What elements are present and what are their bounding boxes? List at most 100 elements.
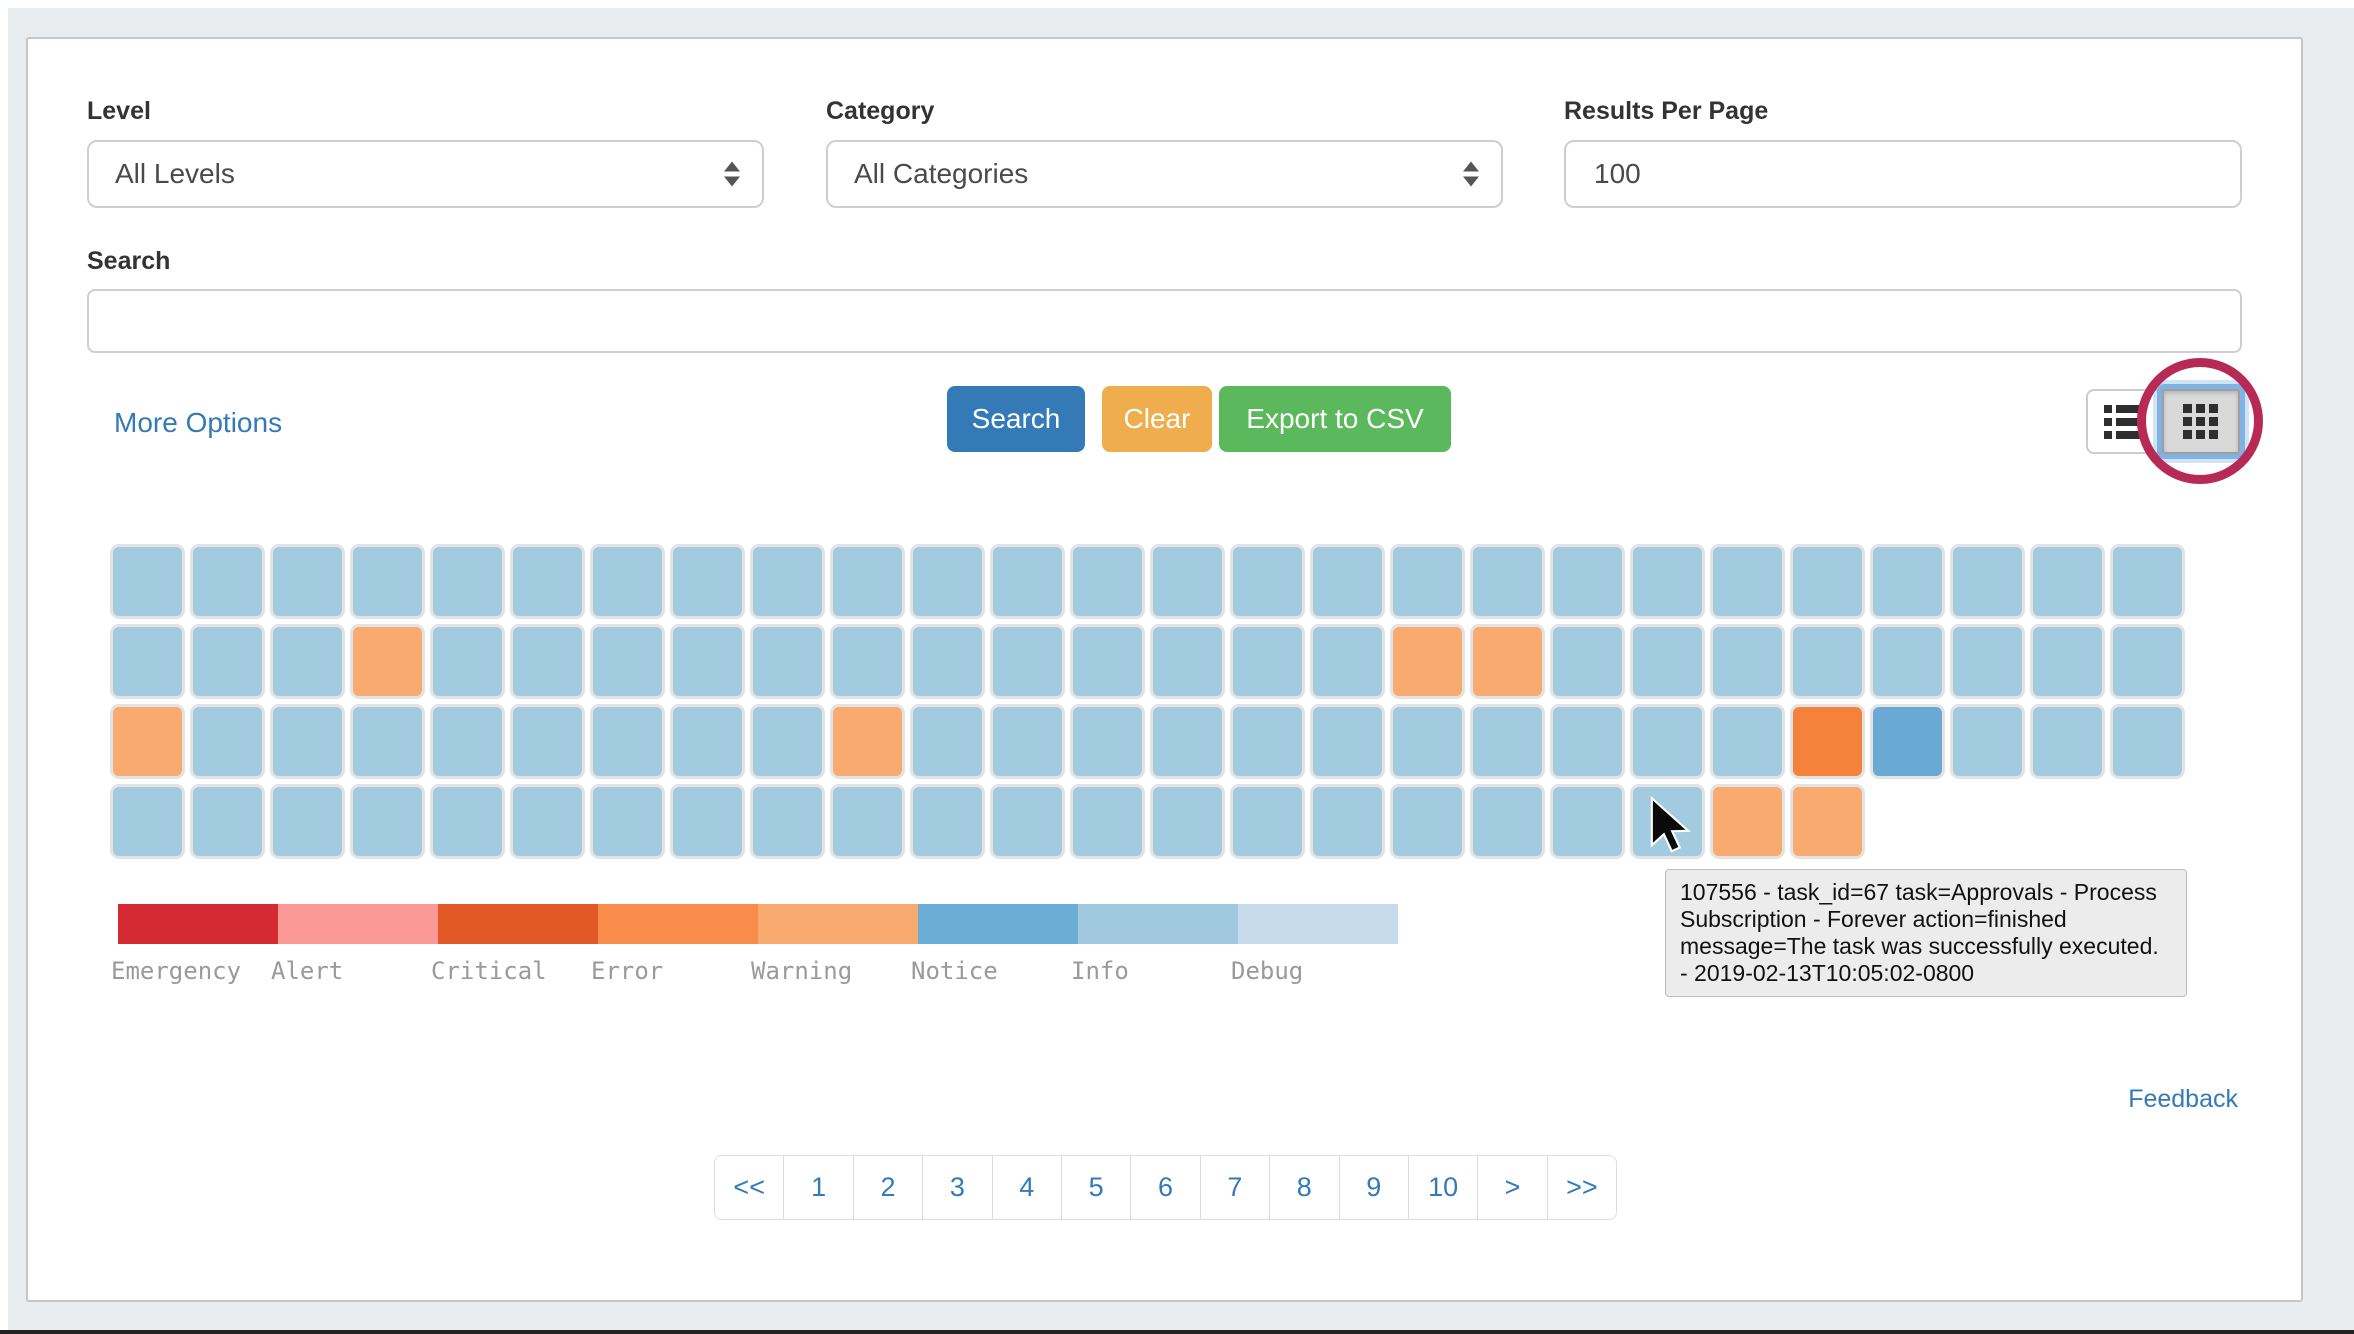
heatmap-cell-default[interactable] xyxy=(350,784,425,859)
heatmap-cell-warning[interactable] xyxy=(1390,624,1465,699)
heatmap-cell-default[interactable] xyxy=(750,704,825,779)
heatmap-cell-default[interactable] xyxy=(1070,624,1145,699)
heatmap-cell-default[interactable] xyxy=(430,624,505,699)
page-3-button[interactable]: 3 xyxy=(922,1156,991,1219)
heatmap-cell-default[interactable] xyxy=(1310,704,1385,779)
heatmap-cell-default[interactable] xyxy=(1470,704,1545,779)
heatmap-cell-default[interactable] xyxy=(590,704,665,779)
heatmap-cell-default[interactable] xyxy=(990,704,1065,779)
clear-button[interactable]: Clear xyxy=(1102,386,1212,452)
heatmap-cell-default[interactable] xyxy=(990,784,1065,859)
heatmap-cell-default[interactable] xyxy=(1870,624,1945,699)
level-select[interactable]: All Levels xyxy=(87,140,764,208)
heatmap-cell-default[interactable] xyxy=(190,624,265,699)
heatmap-cell-default[interactable] xyxy=(510,624,585,699)
page-8-button[interactable]: 8 xyxy=(1269,1156,1338,1219)
heatmap-cell-default[interactable] xyxy=(1710,624,1785,699)
heatmap-cell-default[interactable] xyxy=(1230,544,1305,619)
heatmap-cell-default[interactable] xyxy=(2030,704,2105,779)
heatmap-cell-default[interactable] xyxy=(430,704,505,779)
results-per-page-input[interactable] xyxy=(1564,140,2242,208)
heatmap-cell-default[interactable] xyxy=(270,704,345,779)
more-options-link[interactable]: More Options xyxy=(114,407,282,439)
heatmap-cell-default[interactable] xyxy=(1310,544,1385,619)
heatmap-cell-default[interactable] xyxy=(1550,624,1625,699)
heatmap-cell-default[interactable] xyxy=(590,784,665,859)
heatmap-cell-default[interactable] xyxy=(1150,784,1225,859)
heatmap-cell-default[interactable] xyxy=(1150,624,1225,699)
heatmap-cell-default[interactable] xyxy=(590,544,665,619)
heatmap-cell-default[interactable] xyxy=(1630,784,1705,859)
category-select[interactable]: All Categories xyxy=(826,140,1503,208)
heatmap-cell-default[interactable] xyxy=(910,624,985,699)
heatmap-cell-error[interactable] xyxy=(1790,704,1865,779)
heatmap-cell-default[interactable] xyxy=(1310,624,1385,699)
heatmap-cell-default[interactable] xyxy=(1390,784,1465,859)
heatmap-cell-default[interactable] xyxy=(670,624,745,699)
heatmap-cell-default[interactable] xyxy=(750,544,825,619)
heatmap-cell-warning[interactable] xyxy=(830,704,905,779)
search-button[interactable]: Search xyxy=(947,386,1085,452)
heatmap-cell-default[interactable] xyxy=(1950,624,2025,699)
heatmap-cell-default[interactable] xyxy=(2030,544,2105,619)
heatmap-cell-default[interactable] xyxy=(1630,624,1705,699)
heatmap-cell-default[interactable] xyxy=(1550,544,1625,619)
page-7-button[interactable]: 7 xyxy=(1200,1156,1269,1219)
heatmap-cell-warning[interactable] xyxy=(1470,624,1545,699)
heatmap-cell-default[interactable] xyxy=(1390,544,1465,619)
heatmap-cell-default[interactable] xyxy=(1710,544,1785,619)
page-9-button[interactable]: 9 xyxy=(1339,1156,1408,1219)
heatmap-cell-default[interactable] xyxy=(270,624,345,699)
heatmap-cell-default[interactable] xyxy=(350,544,425,619)
heatmap-cell-warning[interactable] xyxy=(350,624,425,699)
heatmap-cell-default[interactable] xyxy=(1950,544,2025,619)
heatmap-cell-default[interactable] xyxy=(1230,704,1305,779)
heatmap-cell-default[interactable] xyxy=(670,544,745,619)
heatmap-cell-default[interactable] xyxy=(670,704,745,779)
page-4-button[interactable]: 4 xyxy=(992,1156,1061,1219)
heatmap-cell-default[interactable] xyxy=(1470,784,1545,859)
heatmap-cell-default[interactable] xyxy=(1710,704,1785,779)
heatmap-cell-default[interactable] xyxy=(110,784,185,859)
heatmap-cell-default[interactable] xyxy=(990,544,1065,619)
heatmap-cell-default[interactable] xyxy=(670,784,745,859)
heatmap-cell-default[interactable] xyxy=(510,704,585,779)
heatmap-cell-default[interactable] xyxy=(350,704,425,779)
page-6-button[interactable]: 6 xyxy=(1130,1156,1199,1219)
heatmap-cell-default[interactable] xyxy=(1870,544,1945,619)
heatmap-cell-default[interactable] xyxy=(750,624,825,699)
heatmap-cell-default[interactable] xyxy=(110,624,185,699)
heatmap-cell-default[interactable] xyxy=(430,784,505,859)
heatmap-cell-default[interactable] xyxy=(1790,624,1865,699)
heatmap-cell-default[interactable] xyxy=(2030,624,2105,699)
heatmap-cell-default[interactable] xyxy=(2110,544,2185,619)
heatmap-cell-default[interactable] xyxy=(1230,784,1305,859)
heatmap-cell-default[interactable] xyxy=(1630,704,1705,779)
heatmap-cell-default[interactable] xyxy=(910,704,985,779)
page-first-button[interactable]: << xyxy=(715,1156,783,1219)
heatmap-cell-default[interactable] xyxy=(1550,784,1625,859)
heatmap-cell-default[interactable] xyxy=(1230,624,1305,699)
heatmap-cell-default[interactable] xyxy=(1950,704,2025,779)
heatmap-cell-default[interactable] xyxy=(190,704,265,779)
heatmap-cell-warning[interactable] xyxy=(1790,784,1865,859)
heatmap-cell-default[interactable] xyxy=(1150,704,1225,779)
page-5-button[interactable]: 5 xyxy=(1061,1156,1130,1219)
heatmap-cell-default[interactable] xyxy=(110,544,185,619)
heatmap-cell-default[interactable] xyxy=(190,544,265,619)
heatmap-cell-default[interactable] xyxy=(510,544,585,619)
page-last-button[interactable]: >> xyxy=(1547,1156,1616,1219)
heatmap-cell-default[interactable] xyxy=(910,784,985,859)
grid-view-button[interactable] xyxy=(2162,389,2240,454)
heatmap-cell-warning[interactable] xyxy=(110,704,185,779)
heatmap-cell-default[interactable] xyxy=(830,624,905,699)
heatmap-cell-default[interactable] xyxy=(190,784,265,859)
heatmap-cell-default[interactable] xyxy=(1150,544,1225,619)
heatmap-cell-default[interactable] xyxy=(2110,624,2185,699)
page-next-button[interactable]: > xyxy=(1477,1156,1546,1219)
page-10-button[interactable]: 10 xyxy=(1408,1156,1477,1219)
heatmap-cell-default[interactable] xyxy=(830,784,905,859)
heatmap-cell-default[interactable] xyxy=(1550,704,1625,779)
feedback-link[interactable]: Feedback xyxy=(2128,1085,2238,1114)
heatmap-cell-default[interactable] xyxy=(830,544,905,619)
